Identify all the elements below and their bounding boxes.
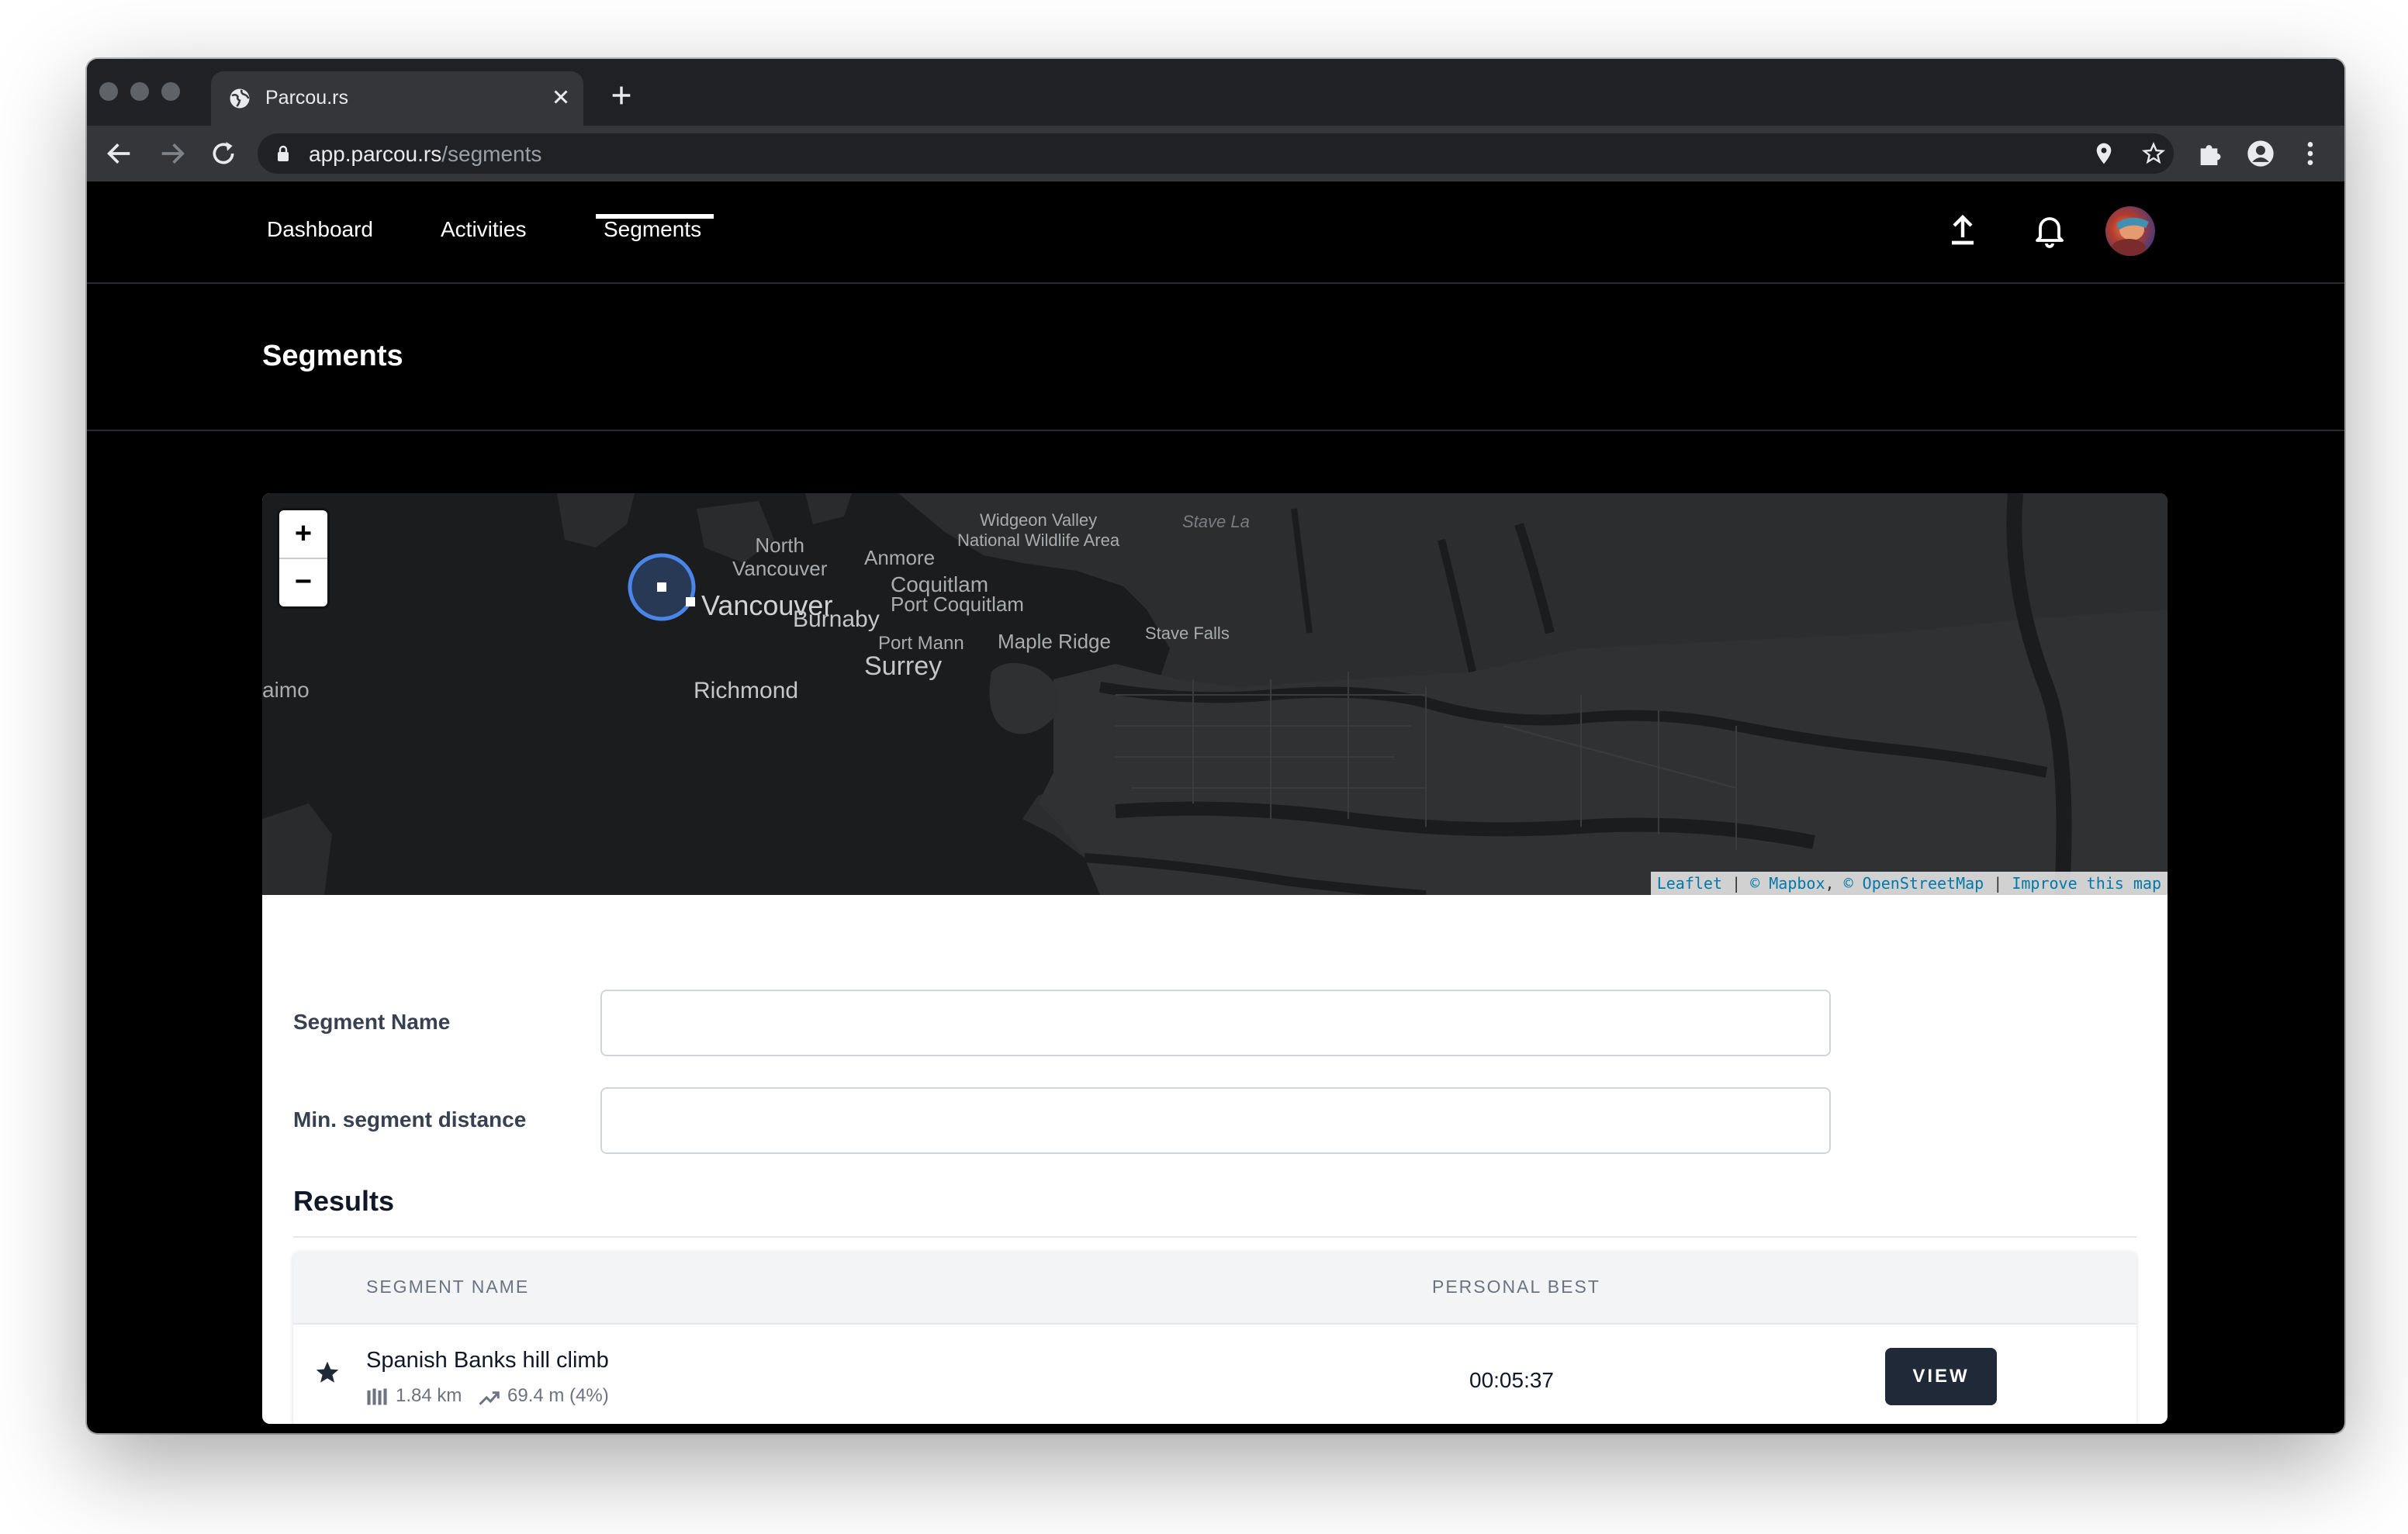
zoom-control: + − — [279, 510, 327, 606]
nav-segments[interactable]: Segments — [604, 217, 701, 242]
minimize-window-button[interactable] — [130, 82, 149, 101]
map-label-maple-ridge: Maple Ridge — [998, 630, 1111, 653]
map-label-north-vancouver: North Vancouver — [732, 534, 828, 580]
new-tab-icon[interactable] — [608, 82, 635, 109]
tab-title: Parcou.rs — [265, 87, 348, 109]
min-distance-input[interactable] — [600, 1087, 1831, 1154]
nav-activities[interactable]: Activities — [441, 217, 526, 242]
elevation-trend-icon — [479, 1391, 500, 1405]
distance-icon — [367, 1388, 387, 1405]
map-label-richmond: Richmond — [694, 678, 799, 703]
upload-icon[interactable] — [1944, 211, 1981, 248]
page-title: Segments — [262, 340, 403, 372]
results-table: SEGMENT NAME PERSONAL BEST Spanish Banks… — [293, 1252, 2136, 1424]
map-label-burnaby: Burnaby — [793, 606, 880, 632]
personal-best-time: 00:05:37 — [1469, 1368, 1554, 1392]
leaflet-link[interactable]: Leaflet — [1657, 874, 1722, 893]
view-button[interactable]: VIEW — [1885, 1348, 1997, 1405]
min-distance-label: Min. segment distance — [293, 1107, 527, 1131]
app-navbar: Dashboard Activities Segments — [87, 181, 2344, 284]
map-label-stave-lake: Stave La — [1182, 512, 1250, 531]
bell-icon[interactable] — [2031, 211, 2068, 248]
address-bar[interactable]: app.parcou.rs/segments — [258, 133, 2174, 174]
extensions-icon[interactable] — [2195, 138, 2226, 169]
close-tab-icon[interactable] — [549, 85, 573, 109]
location-pin-icon[interactable] — [2091, 141, 2116, 166]
map-label-anmore: Anmore — [864, 546, 936, 569]
menu-icon[interactable] — [2295, 138, 2326, 169]
segment-distance: 1.84 km — [396, 1385, 462, 1406]
segment-name[interactable]: Spanish Banks hill climb — [366, 1348, 609, 1373]
browser-window: Parcou.rs app.parcou.rs/segments Dashboa… — [87, 59, 2344, 1433]
map-label-nanaimo: aimo — [262, 678, 310, 702]
column-header-segment-name[interactable]: SEGMENT NAME — [366, 1277, 529, 1297]
segment-name-label: Segment Name — [293, 1010, 451, 1034]
osm-link[interactable]: © OpenStreetMap — [1844, 874, 1984, 893]
map-label-port-coquitlam: Port Coquitlam — [891, 593, 1024, 616]
zoom-in-button[interactable]: + — [279, 510, 327, 559]
lock-icon — [278, 145, 289, 161]
table-header: SEGMENT NAME PERSONAL BEST — [293, 1252, 2136, 1325]
segments-card: North Vancouver Vancouver Burnaby Anmore… — [262, 493, 2168, 1424]
header-divider — [87, 430, 2344, 431]
zoom-out-button[interactable]: − — [279, 558, 327, 606]
back-icon[interactable] — [104, 138, 135, 169]
map[interactable]: North Vancouver Vancouver Burnaby Anmore… — [262, 493, 2168, 895]
bookmark-star-icon[interactable] — [2141, 141, 2166, 166]
segment-name-input[interactable] — [600, 990, 1831, 1056]
nav-dashboard[interactable]: Dashboard — [267, 217, 373, 242]
tab-bar: Parcou.rs — [87, 59, 2344, 126]
table-row[interactable]: Spanish Banks hill climb 1.84 km 69.4 m … — [293, 1325, 2136, 1424]
globe-icon — [230, 88, 250, 109]
map-label-stave-falls: Stave Falls — [1145, 624, 1230, 643]
segment-elevation: 69.4 m (4%) — [507, 1385, 609, 1406]
active-tab-indicator — [596, 214, 714, 219]
improve-map-link[interactable]: Improve this map — [2012, 874, 2161, 893]
browser-toolbar: app.parcou.rs/segments — [87, 126, 2344, 181]
results-heading: Results — [293, 1185, 395, 1217]
map-label-surrey: Surrey — [864, 651, 943, 681]
avatar[interactable] — [2105, 206, 2155, 256]
star-icon[interactable] — [313, 1359, 341, 1387]
column-header-personal-best[interactable]: PERSONAL BEST — [1432, 1277, 1600, 1297]
forward-icon[interactable] — [157, 138, 188, 169]
map-label-widgeon-valley: Widgeon Valley National Wildlife Area — [957, 510, 1120, 550]
map-tiles — [262, 493, 2168, 895]
profile-icon[interactable] — [2245, 138, 2276, 169]
browser-tab[interactable]: Parcou.rs — [211, 71, 583, 126]
reload-icon[interactable] — [208, 138, 239, 169]
url-text: app.parcou.rs/segments — [309, 142, 542, 166]
map-attribution: Leaflet | © Mapbox, © OpenStreetMap | Im… — [1650, 872, 2168, 895]
maximize-window-button[interactable] — [161, 82, 180, 101]
close-window-button[interactable] — [99, 82, 118, 101]
mapbox-link[interactable]: © Mapbox — [1750, 874, 1825, 893]
results-divider — [293, 1236, 2136, 1238]
avatar-image — [2112, 217, 2149, 256]
